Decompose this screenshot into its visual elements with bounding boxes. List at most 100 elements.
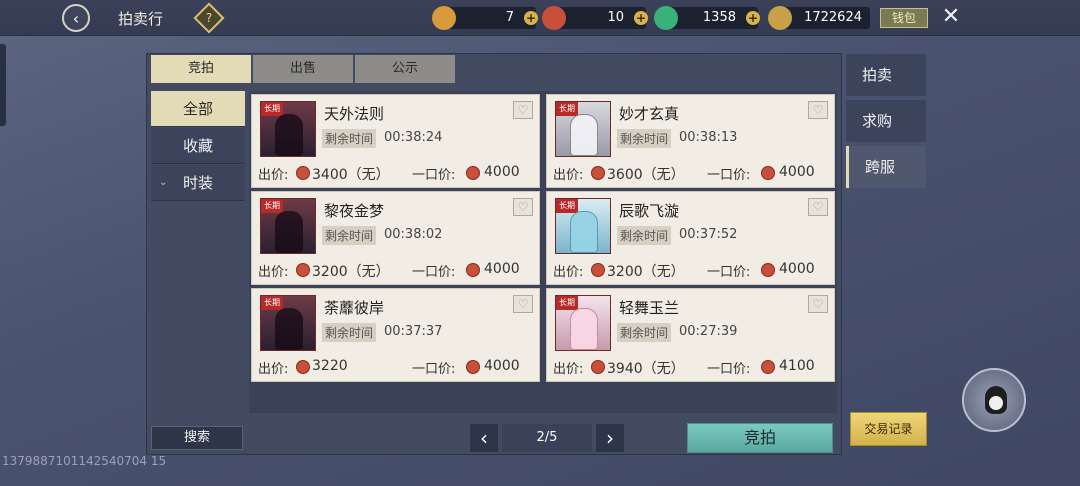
auction-item-card[interactable]: 长期 天外法则 ♡ 剩余时间 00:38:24 出价: 3400（无） 一口价:… [251, 94, 540, 188]
wallet-button[interactable]: 钱包 [880, 8, 928, 28]
side-drawer-handle[interactable] [0, 44, 6, 126]
side-tab-auction[interactable]: 拍卖 [846, 54, 926, 96]
auction-item-card[interactable]: 长期 轻舞玉兰 ♡ 剩余时间 00:27:39 出价: 3940（无） 一口价:… [546, 288, 835, 382]
auction-item-card[interactable]: 长期 荼蘼彼岸 ♡ 剩余时间 00:37:37 出价: 3220 一口价: 40… [251, 288, 540, 382]
add-jade-button[interactable]: + [746, 11, 760, 25]
buyout-label: 一口价: [412, 265, 456, 280]
red-coin-icon [466, 166, 480, 180]
add-orange-item-button[interactable]: + [524, 11, 538, 25]
red-coin-icon [296, 360, 310, 374]
orange-item-icon [432, 6, 456, 30]
bid-button[interactable]: 竞拍 [687, 423, 833, 453]
red-coin-icon [296, 263, 310, 277]
bid-value: 3600（无） [607, 167, 685, 183]
item-thumbnail: 长期 [555, 101, 611, 157]
close-icon[interactable]: ✕ [940, 6, 962, 28]
help-button[interactable]: ? [193, 2, 225, 34]
remaining-label: 剩余时间 [322, 226, 377, 245]
buyout-label: 一口价: [412, 362, 456, 377]
qq-chat-button[interactable] [962, 368, 1026, 432]
auction-item-card[interactable]: 长期 辰歌飞漩 ♡ 剩余时间 00:37:52 出价: 3200（无） 一口价:… [546, 191, 835, 285]
category-fashion[interactable]: ⌄ 时装 [151, 165, 245, 201]
bid-value: 3220 [312, 358, 348, 374]
buyout-label: 一口价: [707, 265, 751, 280]
side-tab-cross-server[interactable]: 跨服 [846, 146, 926, 188]
page-indicator: 2/5 [502, 424, 592, 452]
currency-gold: 1722624 [768, 6, 870, 30]
trade-record-button[interactable]: 交易记录 [850, 412, 927, 446]
buyout-label: 一口价: [412, 168, 456, 183]
favorite-heart-icon[interactable]: ♡ [513, 295, 533, 313]
next-page-button[interactable]: › [596, 424, 624, 452]
remaining-label: 剩余时间 [617, 226, 672, 245]
remaining-time: 00:37:52 [679, 227, 738, 242]
outfit-figure [275, 308, 303, 350]
back-arrow-icon: ‹ [72, 8, 80, 28]
favorite-heart-icon[interactable]: ♡ [513, 198, 533, 216]
buyout-label: 一口价: [707, 168, 751, 183]
bid-label: 出价: [553, 362, 584, 377]
item-name: 黎夜金梦 [324, 202, 385, 220]
bid-label: 出价: [258, 168, 289, 183]
item-name: 荼蘼彼岸 [324, 299, 385, 317]
item-name: 辰歌飞漩 [619, 202, 680, 220]
red-coin-icon [591, 166, 605, 180]
item-thumbnail: 长期 [260, 295, 316, 351]
outfit-figure [570, 114, 598, 156]
buyout-value: 4000 [484, 164, 520, 180]
currency-jade: 1358 + [654, 6, 760, 30]
red-coin-icon [542, 6, 566, 30]
item-thumbnail: 长期 [260, 198, 316, 254]
remaining-label: 剩余时间 [617, 323, 672, 342]
outfit-figure [570, 211, 598, 253]
category-all[interactable]: 全部 [151, 91, 245, 127]
remaining-time: 00:27:39 [679, 324, 738, 339]
tab-bid[interactable]: 竞拍 [151, 55, 251, 83]
item-name: 妙才玄真 [619, 105, 680, 123]
red-coin-icon [761, 263, 775, 277]
currency-red-coin: 10 + [542, 6, 648, 30]
remaining-label: 剩余时间 [322, 129, 377, 148]
favorite-heart-icon[interactable]: ♡ [808, 295, 828, 313]
remaining-label: 剩余时间 [617, 129, 672, 148]
item-thumbnail: 长期 [260, 101, 316, 157]
bid-label: 出价: [258, 362, 289, 377]
favorite-heart-icon[interactable]: ♡ [808, 101, 828, 119]
item-thumbnail: 长期 [555, 295, 611, 351]
bid-value: 3200（无） [312, 264, 390, 280]
bid-label: 出价: [258, 265, 289, 280]
item-name: 天外法则 [324, 105, 385, 123]
page-title: 拍卖行 [118, 10, 164, 28]
search-button[interactable]: 搜索 [151, 426, 243, 450]
currency-orange-item: 7 + [432, 6, 538, 30]
red-coin-icon [466, 263, 480, 277]
bid-label: 出价: [553, 168, 584, 183]
add-red-coin-button[interactable]: + [634, 11, 648, 25]
penguin-icon [985, 386, 1007, 414]
tab-public[interactable]: 公示 [355, 55, 455, 83]
bid-value: 3200（无） [607, 264, 685, 280]
item-name: 轻舞玉兰 [619, 299, 680, 317]
buyout-value: 4100 [779, 358, 815, 374]
auction-item-card[interactable]: 长期 妙才玄真 ♡ 剩余时间 00:38:13 出价: 3600（无） 一口价:… [546, 94, 835, 188]
outfit-figure [275, 211, 303, 253]
chevron-down-icon: ⌄ [159, 177, 168, 188]
bid-label: 出价: [553, 265, 584, 280]
bid-value: 3400（无） [312, 167, 390, 183]
remaining-time: 00:38:13 [679, 130, 738, 145]
red-coin-icon [296, 166, 310, 180]
prev-page-button[interactable]: ‹ [470, 424, 498, 452]
gold-ingot-icon [768, 6, 792, 30]
auction-item-card[interactable]: 长期 黎夜金梦 ♡ 剩余时间 00:38:02 出价: 3200（无） 一口价:… [251, 191, 540, 285]
buyout-label: 一口价: [707, 362, 751, 377]
favorite-heart-icon[interactable]: ♡ [513, 101, 533, 119]
remaining-label: 剩余时间 [322, 323, 377, 342]
category-favorites[interactable]: 收藏 [151, 128, 245, 164]
top-bar: ‹ 拍卖行 ? 7 + 10 + 1358 + 1722624 钱包 ✕ [0, 0, 1080, 36]
favorite-heart-icon[interactable]: ♡ [808, 198, 828, 216]
side-tab-buy-request[interactable]: 求购 [846, 100, 926, 142]
buyout-value: 4000 [779, 164, 815, 180]
outfit-figure [570, 308, 598, 350]
tab-sell[interactable]: 出售 [253, 55, 353, 83]
back-button[interactable]: ‹ [62, 4, 90, 32]
